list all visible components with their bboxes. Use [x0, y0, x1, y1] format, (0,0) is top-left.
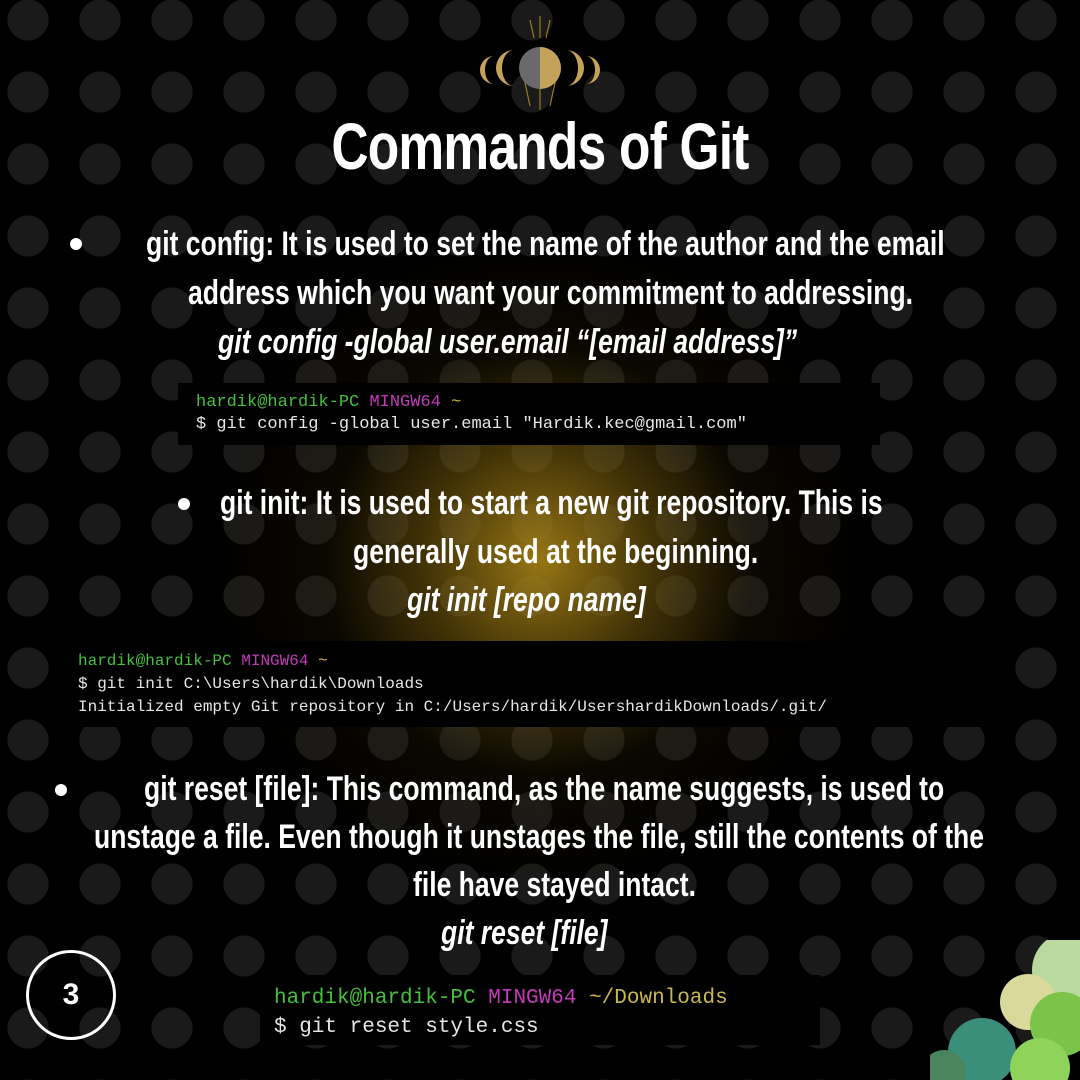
bullet-icon — [178, 498, 190, 510]
item-reset-desc-3: file have stayed intact. — [413, 866, 696, 904]
item-reset-line-1: git reset [file]: This command, as the n… — [144, 769, 944, 809]
prompt-user: hardik@hardik-PC — [196, 393, 360, 412]
terminal-line: $ git reset style.css — [274, 1016, 539, 1039]
item-config-line-1: git config: It is used to set the name o… — [146, 224, 945, 264]
prompt-path: ~ — [451, 393, 462, 412]
item-config-label: git config: — [146, 225, 275, 263]
item-config-command: git config -global user.email “[email ad… — [218, 323, 798, 361]
prompt-env: MINGW64 — [488, 987, 577, 1010]
prompt-path: ~ — [318, 652, 328, 670]
terminal-line: Initialized empty Git repository in C:/U… — [78, 698, 827, 716]
page-title: Commands of Git — [331, 109, 749, 183]
item-reset-desc-1: This command, as the name suggests, is u… — [326, 770, 945, 808]
prompt-path: ~/Downloads — [589, 987, 728, 1010]
bullet-icon — [55, 784, 67, 796]
item-config-desc-2: address which you want your commitment t… — [188, 274, 914, 312]
terminal-prompt: hardik@hardik-PC MINGW64 ~/Downloads — [274, 984, 820, 1013]
bullet-icon — [70, 238, 82, 250]
decorative-circles — [930, 940, 1080, 1080]
item-reset-desc-2: unstage a file. Even though it unstages … — [94, 818, 984, 856]
terminal-prompt: hardik@hardik-PC MINGW64 ~ — [196, 392, 880, 414]
item-init-command: git init [repo name] — [407, 581, 646, 619]
item-init-desc-1: It is used to start a new git repository… — [315, 484, 883, 522]
moon-phases-logo — [480, 16, 600, 110]
prompt-user: hardik@hardik-PC — [78, 652, 232, 670]
terminal-line: $ git init C:\Users\hardik\Downloads — [78, 675, 424, 693]
terminal-prompt: hardik@hardik-PC MINGW64 ~ — [78, 650, 990, 673]
prompt-user: hardik@hardik-PC — [274, 987, 476, 1010]
prompt-env: MINGW64 — [369, 393, 441, 412]
prompt-env: MINGW64 — [241, 652, 309, 670]
terminal-line: $ git config -global user.email "Hardik.… — [196, 415, 747, 434]
terminal-init: hardik@hardik-PC MINGW64 ~ $ git init C:… — [64, 641, 990, 727]
item-config-desc-1: It is used to set the name of the author… — [281, 225, 945, 263]
terminal-reset: hardik@hardik-PC MINGW64 ~/Downloads $ g… — [260, 975, 820, 1045]
item-init-label: git init: — [220, 484, 309, 522]
item-init-desc-2: generally used at the beginning. — [353, 533, 759, 571]
page-number-badge: 3 — [26, 950, 116, 1040]
item-reset-command: git reset [file] — [441, 914, 608, 952]
item-reset-label: git reset [file]: — [144, 770, 320, 808]
terminal-config: hardik@hardik-PC MINGW64 ~ $ git config … — [178, 383, 880, 445]
item-init-line-1: git init: It is used to start a new git … — [220, 483, 883, 523]
